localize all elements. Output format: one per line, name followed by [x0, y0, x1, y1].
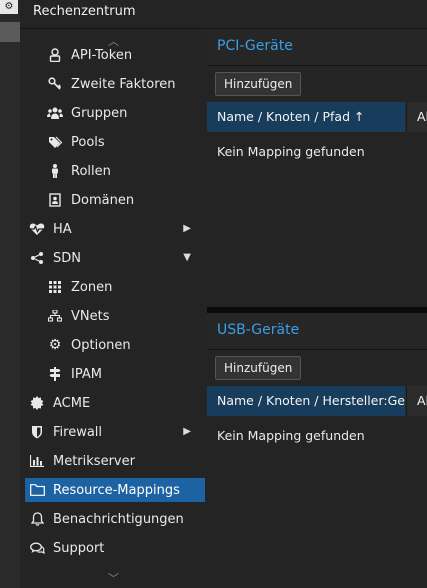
- panel-title: USB-Geräte: [217, 322, 300, 338]
- address-book-icon: [47, 192, 63, 208]
- column-label: Al: [417, 393, 427, 408]
- bar-chart-icon: [29, 453, 45, 469]
- column-label: Al: [417, 109, 427, 124]
- column-header-name[interactable]: Name / Knoten / Hersteller:Gerät: [207, 386, 423, 416]
- nav-label: Zonen: [71, 279, 113, 295]
- table-header: Name / Knoten / Hersteller:Gerät Al: [207, 386, 427, 416]
- network-icon: [47, 308, 63, 324]
- table-header: Name / Knoten / Pfad ↑ Al: [207, 102, 427, 132]
- column-header-second[interactable]: Al: [406, 102, 427, 132]
- pci-panel: PCI-Geräte Hinzufügen Name / Knoten / Pf…: [207, 29, 427, 307]
- collapse-arrow-icon[interactable]: ▼: [183, 252, 191, 263]
- nav-item-zweite-faktoren[interactable]: Zweite Faktoren: [25, 72, 205, 96]
- column-header-second[interactable]: Al: [406, 386, 427, 416]
- nav-item-metrikserver[interactable]: Metrikserver: [25, 449, 205, 473]
- nav-label: Gruppen: [71, 105, 128, 121]
- nav-label: HA: [53, 221, 72, 237]
- empty-message: Kein Mapping gefunden: [217, 144, 365, 159]
- usb-panel: USB-Geräte Hinzufügen Name / Knoten / He…: [207, 313, 427, 588]
- nav-label: Rollen: [71, 163, 111, 179]
- nav-label: VNets: [71, 308, 110, 324]
- nav-label: ACME: [53, 395, 91, 411]
- nav-label: Benachrichtigungen: [53, 511, 184, 527]
- nav-item-optionen[interactable]: ⚙ Optionen: [25, 333, 205, 357]
- nav-label: Firewall: [53, 424, 103, 440]
- add-button[interactable]: Hinzufügen: [215, 356, 302, 380]
- nav-item-vnets[interactable]: VNets: [25, 304, 205, 328]
- nav-item-gruppen[interactable]: Gruppen: [25, 101, 205, 125]
- main-content: PCI-Geräte Hinzufügen Name / Knoten / Pf…: [207, 29, 427, 588]
- nav-label: Domänen: [71, 192, 135, 208]
- page-title: Rechenzentrum: [33, 4, 136, 19]
- nav-item-benachrichtigungen[interactable]: Benachrichtigungen: [25, 507, 205, 531]
- expand-arrow-icon[interactable]: ▶: [183, 223, 191, 234]
- male-icon: [47, 163, 63, 179]
- nav-item-zonen[interactable]: Zonen: [25, 275, 205, 299]
- shield-icon: [29, 424, 45, 440]
- sidebar: ︿ API-Token Zweite Faktoren Gruppen Pool…: [20, 29, 207, 588]
- nav-item-ipam[interactable]: IPAM: [25, 362, 205, 386]
- nav-label: Metrikserver: [53, 453, 135, 469]
- chevron-down-icon[interactable]: ﹀: [108, 570, 119, 586]
- certificate-icon: [29, 395, 45, 411]
- nav-item-firewall[interactable]: Firewall ▶: [25, 420, 205, 444]
- panel-title: PCI-Geräte: [217, 38, 293, 54]
- signpost-icon: [47, 366, 63, 382]
- nav-item-sdn[interactable]: SDN ▼: [25, 246, 205, 270]
- toolbar: Hinzufügen: [207, 350, 427, 386]
- nav-label: Zweite Faktoren: [71, 76, 176, 92]
- panel-header: PCI-Geräte: [207, 29, 427, 66]
- nav-item-resource-mappings[interactable]: Resource-Mappings: [25, 478, 205, 502]
- nav-item-support[interactable]: Support: [25, 536, 205, 560]
- nav-item-rollen[interactable]: Rollen: [25, 159, 205, 183]
- nav-label: IPAM: [71, 366, 102, 382]
- column-header-name[interactable]: Name / Knoten / Pfad ↑: [207, 102, 405, 132]
- nav-label: Resource-Mappings: [53, 482, 180, 498]
- nav-label: SDN: [53, 250, 81, 266]
- nav-label: API-Token: [71, 47, 133, 63]
- gear-icon: ⚙: [48, 337, 62, 353]
- expand-arrow-icon[interactable]: ▶: [183, 426, 191, 437]
- column-label: Name / Knoten / Hersteller:Gerät: [217, 393, 423, 408]
- users-icon: [47, 105, 63, 121]
- nav-item-ha[interactable]: HA ▶: [25, 217, 205, 241]
- nav-label: Pools: [71, 134, 105, 150]
- nav-item-api-token[interactable]: API-Token: [25, 43, 205, 67]
- user-icon: [47, 47, 63, 63]
- bell-icon: [29, 511, 45, 527]
- nav-item-domaenen[interactable]: Domänen: [25, 188, 205, 212]
- left-strip-selected[interactable]: [0, 22, 20, 42]
- left-strip: ⚙: [0, 0, 20, 588]
- nav-item-acme[interactable]: ACME: [25, 391, 205, 415]
- column-label: Name / Knoten / Pfad ↑: [217, 109, 365, 124]
- add-button[interactable]: Hinzufügen: [215, 72, 302, 96]
- key-icon: [47, 76, 63, 92]
- panel-header: USB-Geräte: [207, 313, 427, 350]
- nav-item-pools[interactable]: Pools: [25, 130, 205, 154]
- folder-icon: [29, 482, 45, 498]
- grid-icon: [47, 279, 63, 295]
- empty-message: Kein Mapping gefunden: [217, 428, 365, 443]
- sdn-icon: [29, 250, 45, 266]
- header-bar: Rechenzentrum: [20, 0, 427, 29]
- comments-icon: [29, 540, 45, 556]
- gear-icon[interactable]: ⚙: [0, 0, 18, 14]
- toolbar: Hinzufügen: [207, 66, 427, 102]
- nav-label: Support: [53, 540, 105, 556]
- nav-label: Optionen: [71, 337, 131, 353]
- tags-icon: [47, 134, 63, 150]
- heartbeat-icon: [29, 221, 45, 237]
